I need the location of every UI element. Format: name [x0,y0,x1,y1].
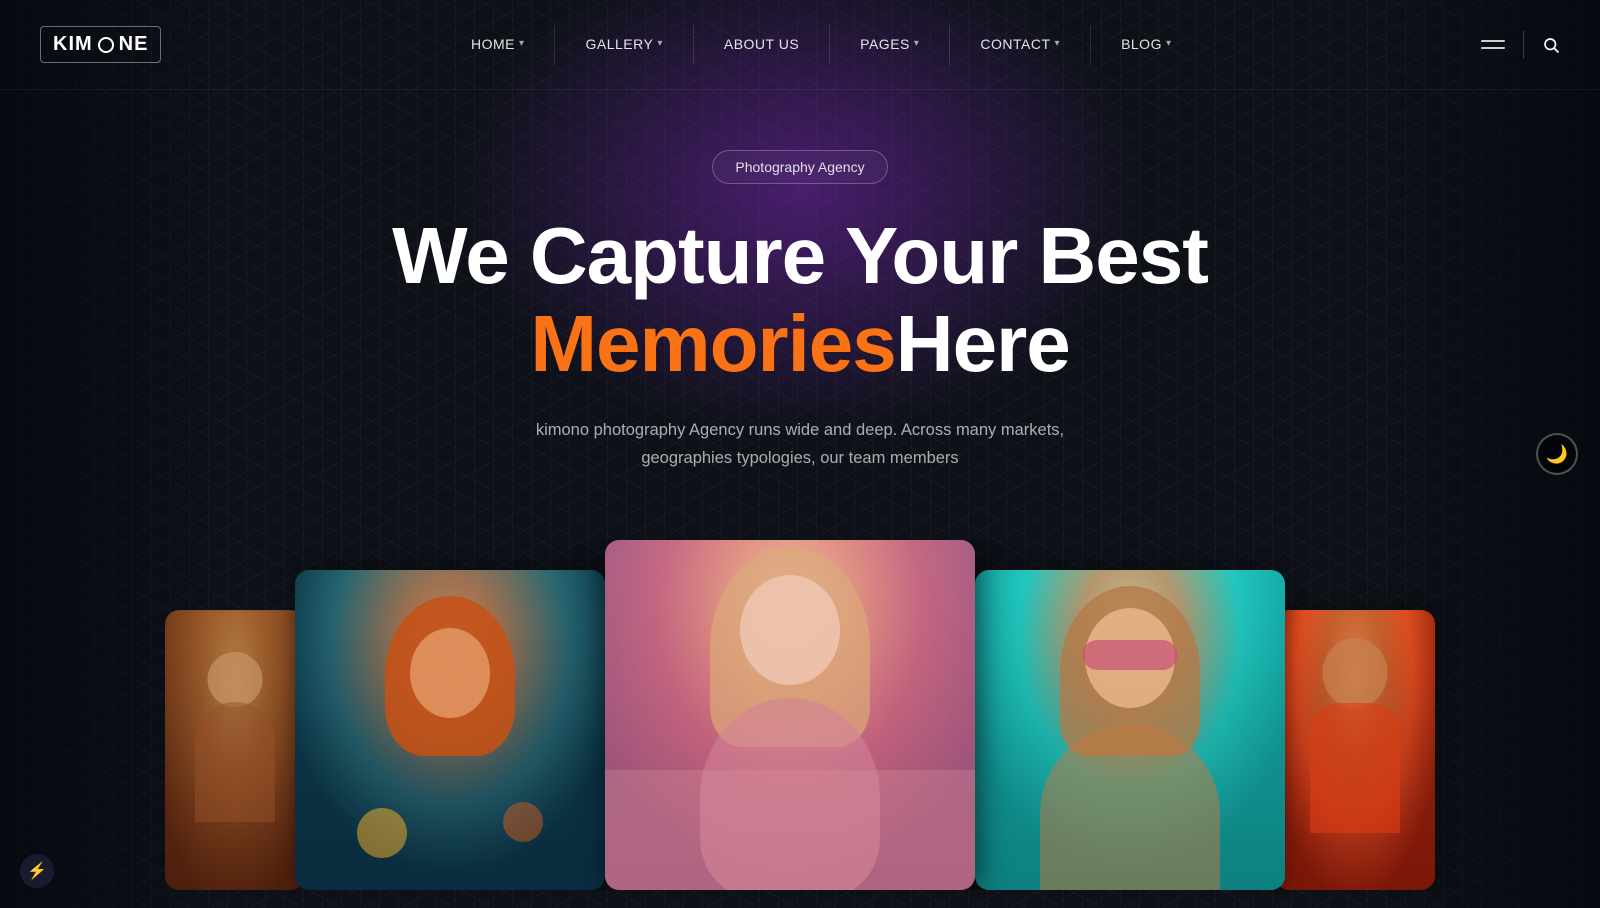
hero-title: We Capture Your Best MemoriesHere [0,212,1600,388]
chevron-down-icon: ▾ [914,38,920,49]
hero-badge: Photography Agency [712,150,887,184]
chevron-down-icon: ▾ [1055,38,1061,49]
nav-item-gallery[interactable]: GALLERY ▾ [557,0,690,90]
nav-item-about[interactable]: ABOUT US [696,0,827,90]
hamburger-menu-button[interactable] [1481,40,1505,49]
search-button[interactable] [1542,36,1560,54]
logo[interactable]: KIM NE [40,26,161,63]
dark-mode-toggle[interactable]: 🌙 [1536,433,1578,475]
chevron-down-icon: ▾ [1166,38,1172,49]
logo-circle-icon [98,37,114,53]
nav-item-blog[interactable]: BLOG ▾ [1093,0,1199,90]
navbar: KIM NE HOME ▾ GALLERY ▾ ABOUT US P [0,0,1600,90]
nav-divider-3 [829,25,830,65]
nav-right-controls [1481,31,1560,59]
search-icon [1542,36,1560,54]
nav-link-gallery[interactable]: GALLERY ▾ [557,0,690,90]
nav-item-home[interactable]: HOME ▾ [443,0,553,90]
nav-link-blog[interactable]: BLOG ▾ [1093,0,1199,90]
nav-item-pages[interactable]: PAGES ▾ [832,0,947,90]
photo-card-2[interactable] [295,570,605,890]
photo-card-3[interactable] [605,540,975,890]
watermark-badge: ⚡ [20,854,54,888]
photo-strip [0,540,1600,890]
nav-link-home[interactable]: HOME ▾ [443,0,553,90]
moon-icon: 🌙 [1546,444,1568,465]
chevron-down-icon: ▾ [519,38,525,49]
nav-divider-5 [1090,25,1091,65]
nav-divider-1 [554,25,555,65]
nav-item-contact[interactable]: CONTACT ▾ [952,0,1088,90]
photo-card-1[interactable] [165,610,305,890]
photo-card-5[interactable] [1275,610,1435,890]
hero-title-memories: Memories [530,299,895,388]
nav-links: HOME ▾ GALLERY ▾ ABOUT US PAGES ▾ [443,0,1200,90]
chevron-down-icon: ▾ [657,38,663,49]
logo-text-end: NE [119,33,149,56]
nav-divider-4 [949,25,950,65]
nav-separator [1523,31,1524,59]
hero-description: kimono photography Agency runs wide and … [520,416,1080,472]
nav-link-about[interactable]: ABOUT US [696,0,827,90]
hero-title-here: Here [896,299,1070,388]
photo-card-4[interactable] [975,570,1285,890]
nav-link-pages[interactable]: PAGES ▾ [832,0,947,90]
nav-link-contact[interactable]: CONTACT ▾ [952,0,1088,90]
nav-divider-2 [693,25,694,65]
hero-section: Photography Agency We Capture Your Best … [0,90,1600,502]
logo-text: KIM [53,33,93,56]
lightning-icon: ⚡ [27,861,47,881]
